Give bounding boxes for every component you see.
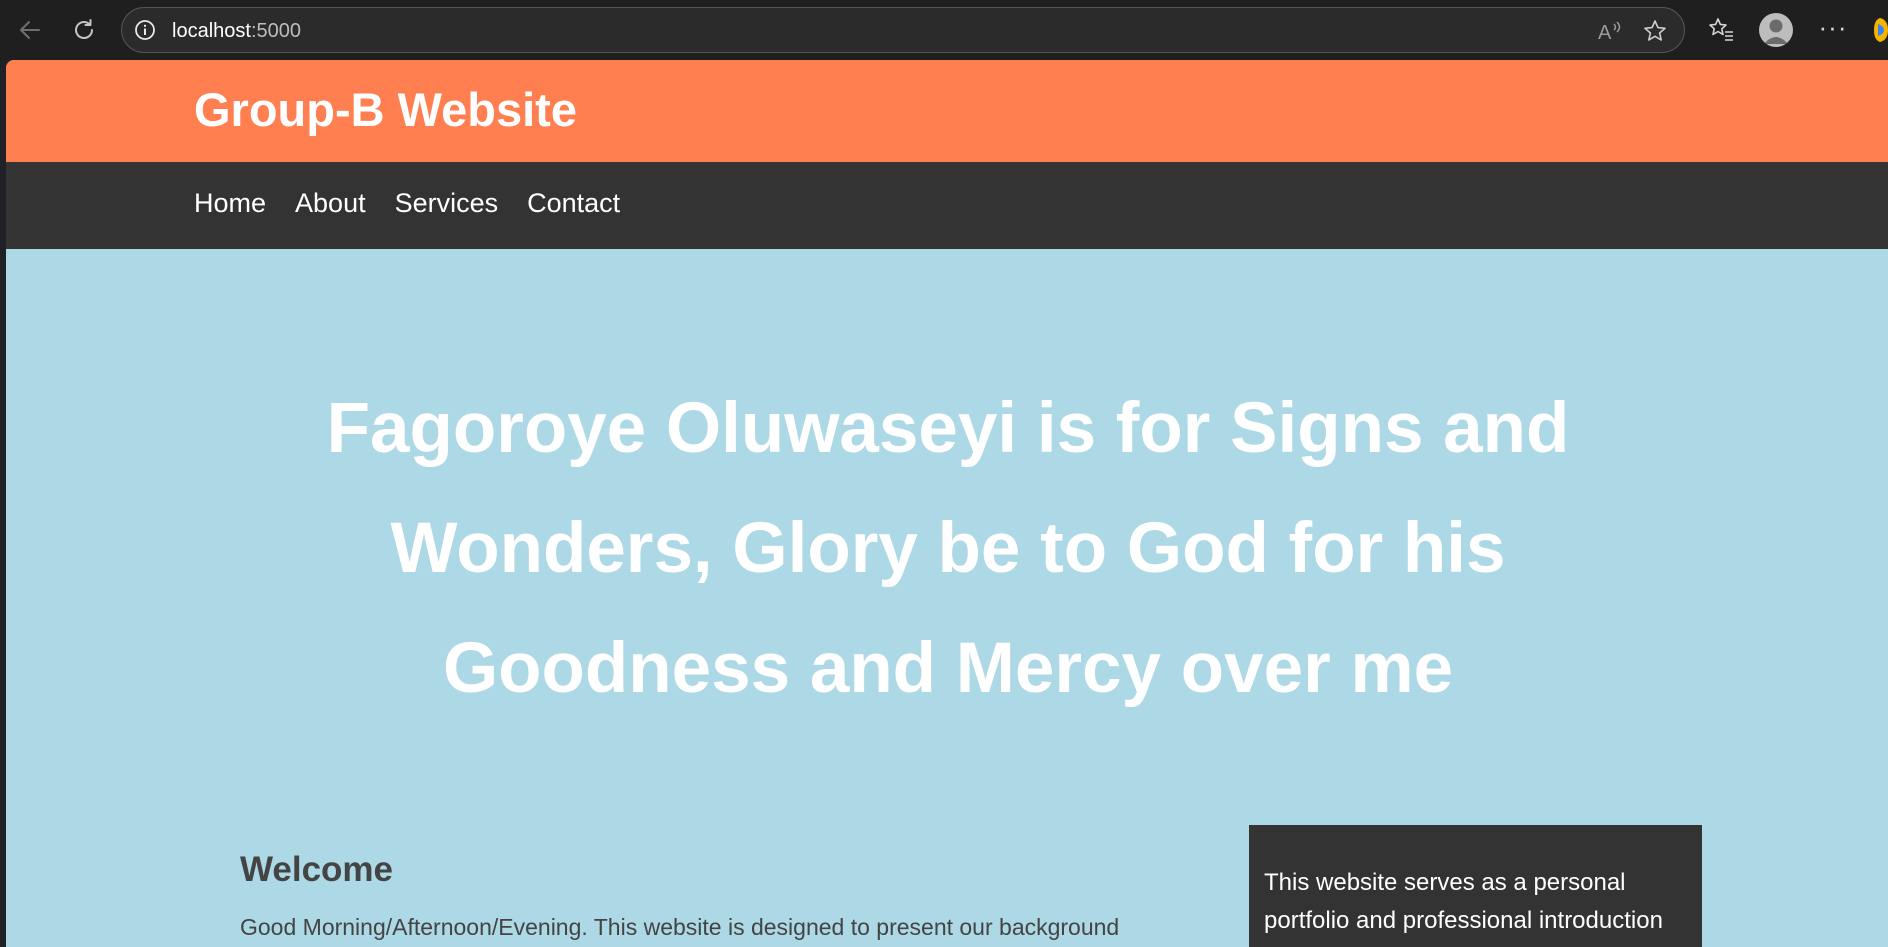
favorites-icon[interactable]	[1706, 15, 1736, 45]
nav-link-home[interactable]: Home	[194, 188, 266, 219]
hero-heading: Fagoroye Oluwaseyi is for Signs and Wond…	[326, 389, 1570, 708]
sidebar-text: This website serves as a personal portfo…	[1264, 869, 1663, 934]
copilot-icon[interactable]	[1870, 16, 1888, 44]
welcome-paragraph: Good Morning/Afternoon/Evening. This web…	[240, 914, 1120, 940]
info-icon[interactable]	[134, 19, 156, 41]
webpage-viewport: Group-B Website Home About Services Cont…	[6, 60, 1888, 947]
url-host: localhost	[172, 20, 251, 42]
sidebar-box: This website serves as a personal portfo…	[1249, 825, 1702, 947]
address-bar[interactable]: localhost:5000 A	[121, 7, 1685, 53]
profile-avatar[interactable]	[1759, 13, 1793, 47]
person-icon	[1764, 19, 1788, 44]
reload-icon	[75, 19, 93, 39]
hero-section: Fagoroye Oluwaseyi is for Signs and Wond…	[6, 249, 1888, 799]
url-text[interactable]: localhost:5000	[172, 20, 301, 43]
reload-button[interactable]	[64, 10, 104, 50]
browser-toolbar: localhost:5000 A ···	[0, 0, 1888, 60]
nav-link-contact[interactable]: Contact	[527, 188, 620, 219]
star-icon[interactable]	[1642, 18, 1668, 44]
nav-link-about[interactable]: About	[295, 188, 366, 219]
site-header: Group-B Website	[6, 60, 1888, 162]
read-aloud-icon[interactable]: A	[1596, 18, 1622, 44]
site-nav: Home About Services Contact	[6, 162, 1888, 249]
more-icon[interactable]: ···	[1816, 14, 1850, 46]
welcome-heading: Welcome	[240, 850, 394, 889]
svg-text:A: A	[1598, 22, 1612, 44]
site-title: Group-B Website	[194, 83, 577, 136]
nav-link-services[interactable]: Services	[395, 188, 499, 219]
url-port: :5000	[250, 20, 301, 42]
main-content: Welcome Good Morning/Afternoon/Evening. …	[240, 850, 1190, 941]
back-arrow-icon	[20, 21, 40, 39]
back-button[interactable]	[10, 10, 50, 50]
